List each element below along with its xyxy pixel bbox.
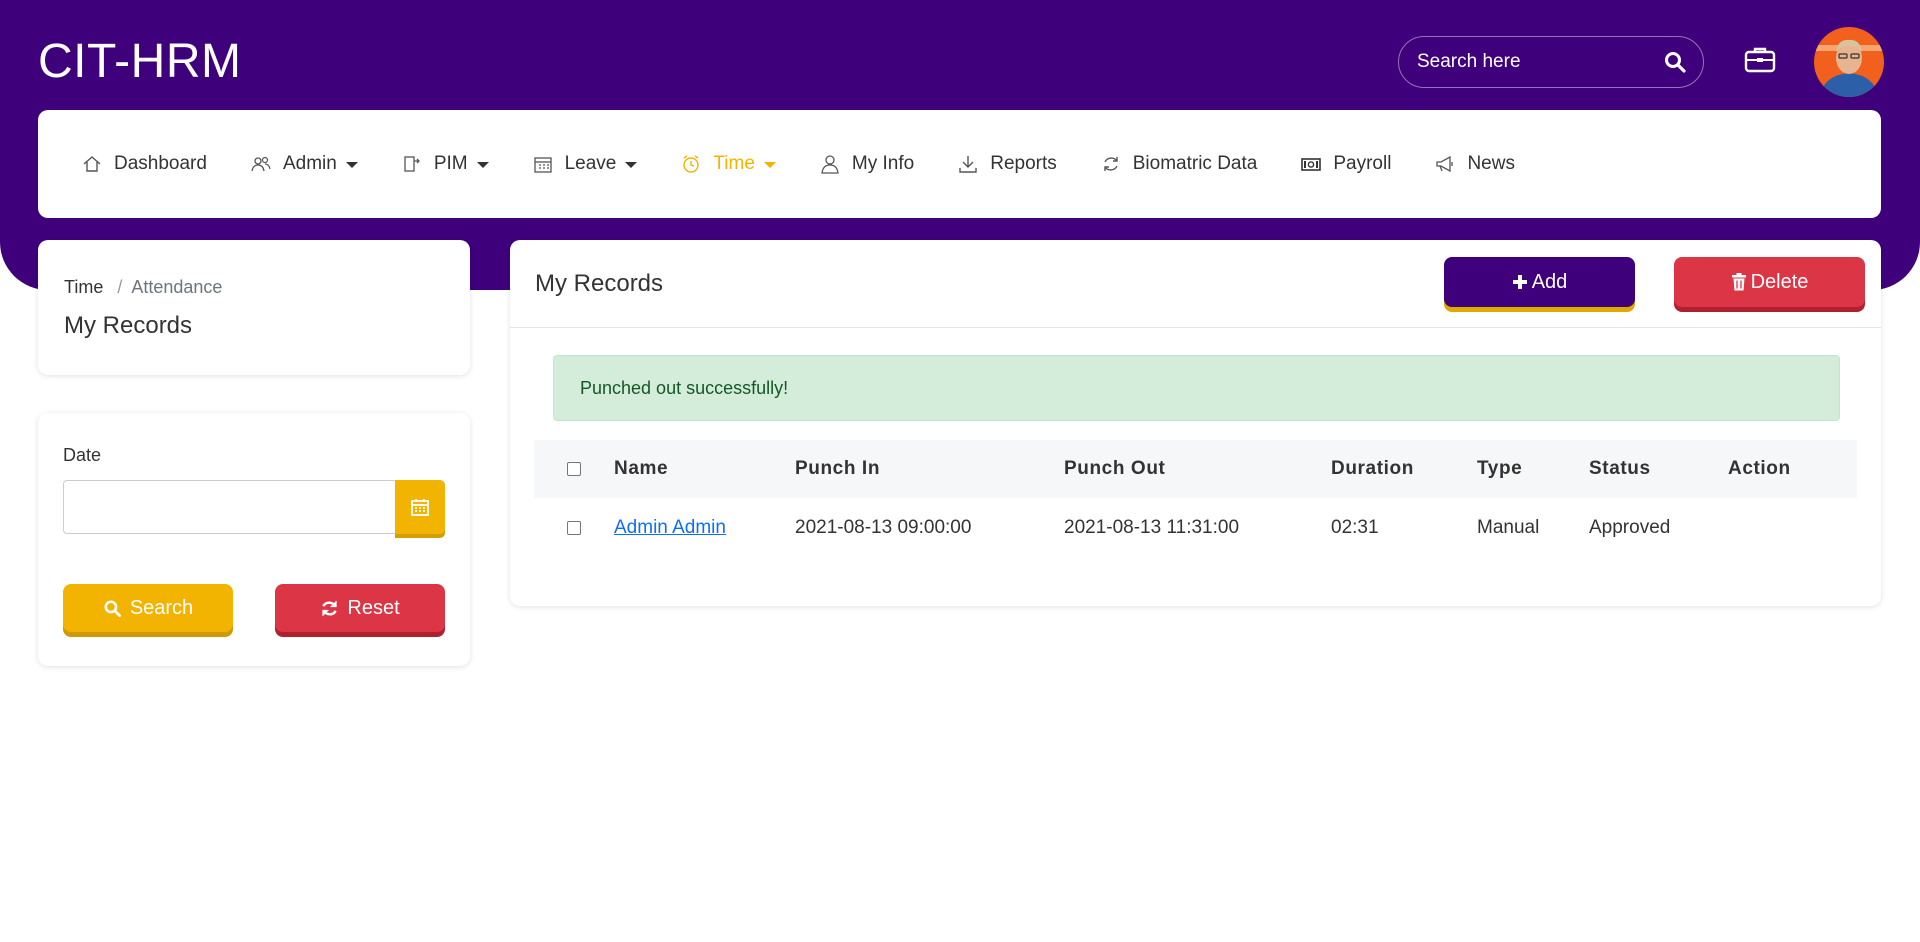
nav-item-payroll[interactable]: Payroll bbox=[1301, 153, 1391, 175]
plus-icon bbox=[1512, 275, 1527, 289]
chevron-down-icon bbox=[763, 162, 776, 168]
brand-title: CIT-HRM bbox=[38, 35, 242, 88]
success-alert: Punched out successfully! bbox=[553, 355, 1840, 421]
users-icon bbox=[251, 156, 271, 172]
nav-item-reports[interactable]: Reports bbox=[958, 153, 1057, 175]
cell-punch-in: 2021-08-13 09:00:00 bbox=[795, 517, 972, 538]
table-row: Admin Admin 2021-08-13 09:00:00 2021-08-… bbox=[534, 498, 1857, 558]
nav-item-news[interactable]: News bbox=[1435, 153, 1515, 175]
search-button-label: Search bbox=[129, 596, 194, 619]
nav-item-label: Leave bbox=[564, 153, 617, 174]
delete-button[interactable]: Delete bbox=[1674, 257, 1865, 307]
nav-item-admin[interactable]: Admin bbox=[251, 153, 358, 175]
id-icon bbox=[404, 156, 420, 172]
column-header-punch-out[interactable]: Punch Out bbox=[1064, 440, 1331, 498]
money-icon bbox=[1301, 158, 1322, 171]
header-search[interactable] bbox=[1398, 36, 1704, 88]
breadcrumb-current: Attendance bbox=[131, 277, 223, 297]
cell-type: Manual bbox=[1477, 517, 1540, 538]
nav-item-label: My Info bbox=[851, 153, 915, 174]
reset-button[interactable]: Reset bbox=[275, 584, 445, 632]
nav-item-label: Payroll bbox=[1333, 153, 1392, 174]
column-header-name[interactable]: Name bbox=[614, 440, 795, 498]
search-icon[interactable] bbox=[1663, 50, 1687, 74]
employee-name-link[interactable]: Admin Admin bbox=[614, 517, 726, 538]
nav-item-biometric[interactable]: Biomatric Data bbox=[1101, 153, 1258, 175]
nav-item-label: Time bbox=[713, 153, 755, 174]
refresh-icon bbox=[322, 600, 338, 616]
cell-action bbox=[1728, 498, 1857, 558]
user-icon bbox=[821, 155, 839, 174]
nav-item-label: Biomatric Data bbox=[1132, 153, 1258, 174]
trash-icon bbox=[1731, 273, 1746, 291]
home-icon bbox=[83, 156, 101, 172]
cell-duration: 02:31 bbox=[1331, 517, 1379, 538]
nav-item-label: PIM bbox=[433, 153, 468, 174]
breadcrumb-card: Time / Attendance My Records bbox=[38, 240, 470, 375]
nav-item-leave[interactable]: Leave bbox=[533, 153, 638, 175]
clock-icon bbox=[683, 155, 700, 173]
records-table: Name Punch In Punch Out Duration Type St… bbox=[534, 440, 1857, 558]
records-panel: My Records Add Delete Punched out succes… bbox=[510, 240, 1881, 606]
column-header-action: Action bbox=[1728, 458, 1791, 479]
download-icon bbox=[959, 156, 977, 173]
add-button[interactable]: Add bbox=[1444, 257, 1635, 307]
date-field[interactable] bbox=[63, 480, 395, 534]
add-button-label: Add bbox=[1531, 270, 1568, 293]
nav-item-label: News bbox=[1467, 153, 1515, 174]
briefcase-icon[interactable] bbox=[1744, 44, 1776, 76]
row-checkbox[interactable] bbox=[567, 520, 581, 535]
select-all-checkbox[interactable] bbox=[567, 461, 581, 476]
reset-button-label: Reset bbox=[347, 596, 400, 619]
table-header-row: Name Punch In Punch Out Duration Type St… bbox=[534, 440, 1857, 498]
records-header: My Records Add Delete bbox=[510, 240, 1881, 328]
records-title: My Records bbox=[535, 269, 664, 297]
date-picker bbox=[63, 480, 445, 534]
column-header-punch-in[interactable]: Punch In bbox=[795, 440, 1064, 498]
date-label: Date bbox=[63, 445, 102, 465]
refresh-icon bbox=[1104, 157, 1118, 171]
avatar[interactable] bbox=[1814, 27, 1884, 97]
page-title: My Records bbox=[64, 312, 193, 339]
nav-item-pim[interactable]: PIM bbox=[402, 153, 489, 175]
breadcrumb-root[interactable]: Time bbox=[64, 277, 103, 297]
nav-item-my-info[interactable]: My Info bbox=[820, 153, 914, 175]
nav-item-label: Admin bbox=[282, 153, 337, 174]
row-select-cell bbox=[534, 498, 614, 558]
chevron-down-icon bbox=[476, 162, 489, 168]
filter-panel: Date Search Reset bbox=[38, 413, 470, 666]
calendar-icon bbox=[411, 499, 429, 516]
select-all-cell bbox=[534, 440, 614, 498]
nav-item-label: Dashboard bbox=[114, 153, 207, 174]
cell-status: Approved bbox=[1589, 517, 1671, 538]
nav-item-time[interactable]: Time bbox=[681, 153, 776, 175]
calendar-button[interactable] bbox=[395, 480, 445, 534]
calendar-icon bbox=[533, 157, 552, 173]
cell-punch-out: 2021-08-13 11:31:00 bbox=[1064, 517, 1240, 538]
megaphone-icon bbox=[1436, 155, 1454, 173]
chevron-down-icon bbox=[345, 162, 358, 168]
nav-item-dashboard[interactable]: Dashboard bbox=[82, 153, 207, 175]
delete-button-label: Delete bbox=[1750, 270, 1809, 293]
column-header-type[interactable]: Type bbox=[1477, 440, 1589, 498]
search-input[interactable] bbox=[1417, 51, 1663, 73]
search-icon bbox=[104, 600, 121, 617]
nav-item-label: Reports bbox=[990, 153, 1057, 174]
column-header-status[interactable]: Status bbox=[1589, 440, 1728, 498]
cell-name: Admin Admin bbox=[614, 498, 795, 558]
main-nav: Dashboard Admin PIM Leave Time My Info R… bbox=[38, 110, 1881, 218]
breadcrumb: Time / Attendance bbox=[64, 277, 223, 297]
chevron-down-icon bbox=[625, 162, 638, 168]
column-header-duration[interactable]: Duration bbox=[1331, 440, 1477, 498]
search-button[interactable]: Search bbox=[63, 584, 233, 632]
